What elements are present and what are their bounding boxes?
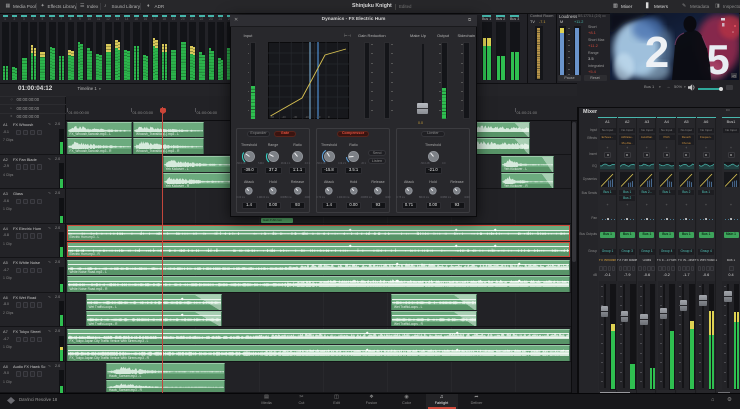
svg-text:2: 2: [645, 28, 669, 77]
svg-text:45: 45: [732, 74, 737, 79]
